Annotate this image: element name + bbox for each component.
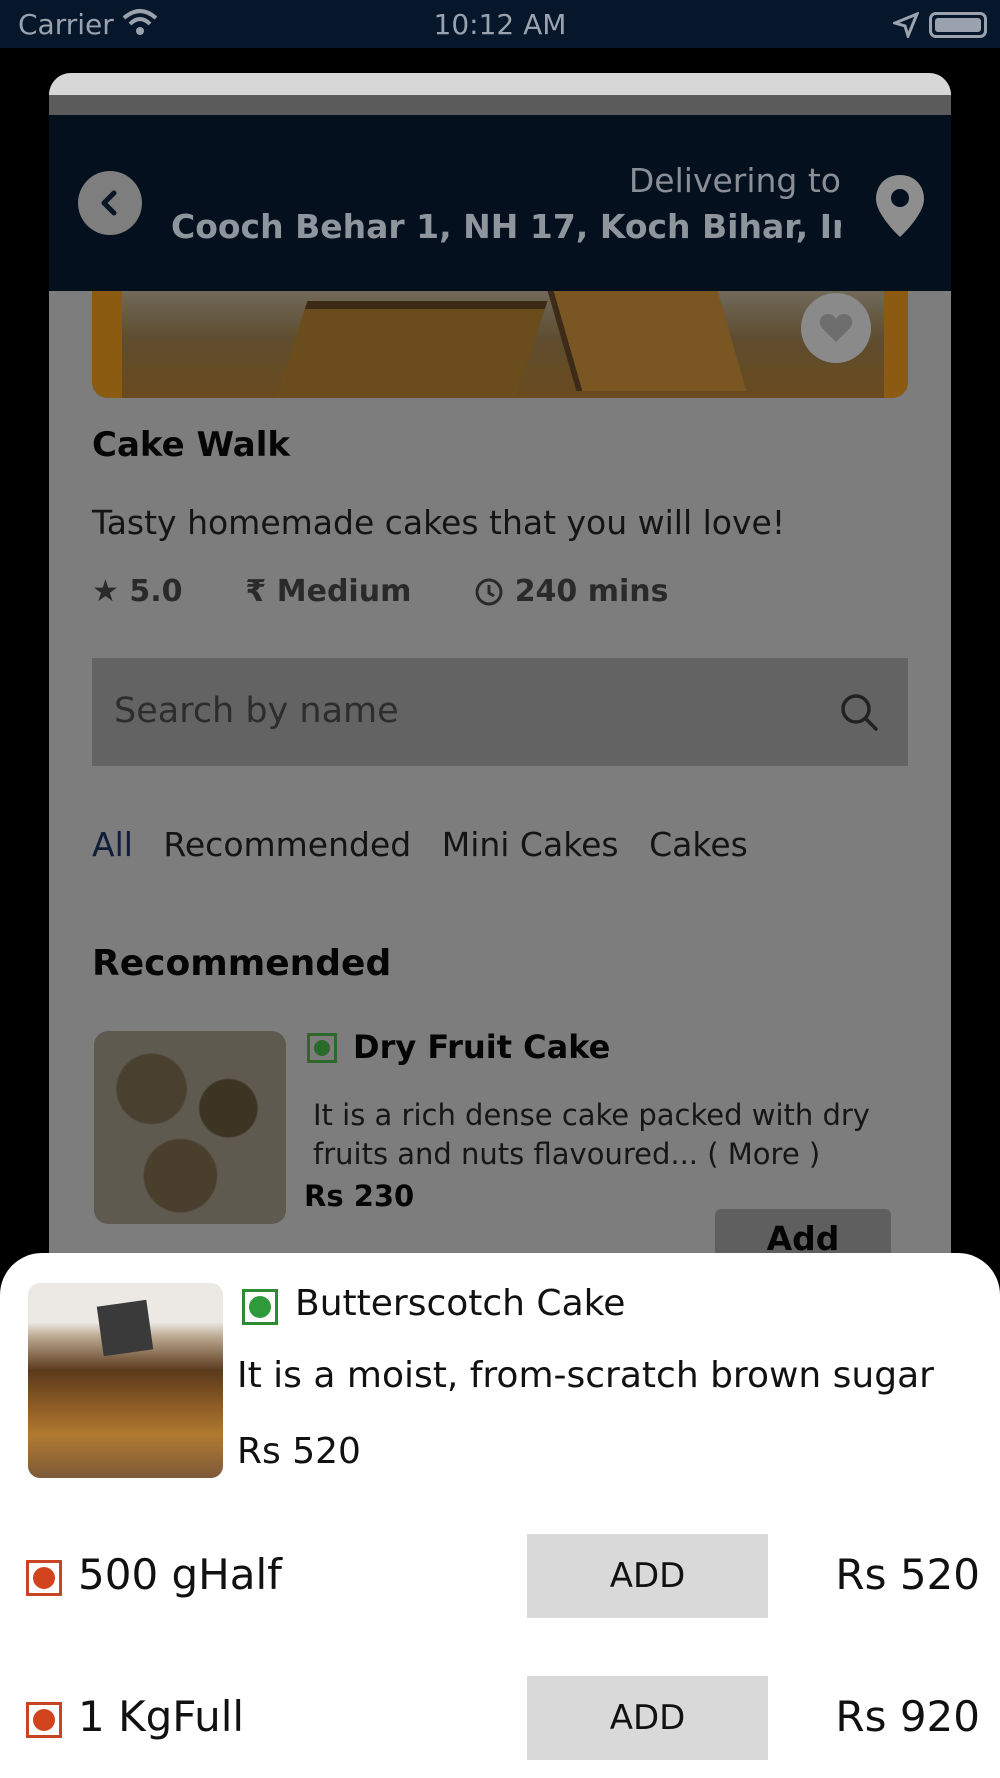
veg-indicator-icon [307, 1033, 337, 1063]
veg-indicator-icon [242, 1289, 278, 1325]
battery-icon [929, 12, 987, 38]
delivery-header: Delivering to Cooch Behar 1, NH 17, Koch… [49, 115, 951, 291]
clock: 10:12 AM [433, 8, 567, 41]
product-image [28, 1283, 223, 1478]
favorite-button[interactable] [801, 293, 871, 363]
rating-value: 5.0 [129, 574, 183, 609]
chevron-left-icon [101, 190, 117, 216]
item-description[interactable]: It is a rich dense cake packed with dry … [313, 1096, 913, 1174]
star-icon: ★ [92, 574, 119, 609]
tab-recommended[interactable]: Recommended [163, 825, 411, 864]
product-price: Rs 520 [237, 1431, 361, 1472]
tab-mini-cakes[interactable]: Mini Cakes [442, 825, 619, 864]
search-bar [92, 658, 908, 766]
delivering-label: Delivering to [628, 161, 841, 200]
variant-name: 500 gHalf [78, 1550, 282, 1599]
rupee-icon: ₹ [245, 574, 267, 609]
tab-cakes[interactable]: Cakes [649, 825, 748, 864]
section-title: Recommended [92, 943, 392, 984]
search-input[interactable] [114, 678, 794, 744]
variant-price: Rs 920 [835, 1692, 980, 1741]
delivery-address[interactable]: Cooch Behar 1, NH 17, Koch Bihar, India [171, 207, 841, 246]
location-arrow-icon [893, 12, 919, 38]
tab-all[interactable]: All [92, 825, 133, 864]
shop-banner-image [92, 291, 908, 398]
price-level: Medium [276, 574, 412, 609]
status-bar: Carrier 10:12 AM [0, 0, 1000, 48]
variant-row: 1 KgFull ADD Rs 920 [0, 1676, 1000, 1762]
variant-name: 1 KgFull [78, 1692, 245, 1741]
clock-icon [475, 578, 503, 605]
delivery-time: 240 mins [514, 574, 669, 609]
search-icon[interactable] [838, 691, 880, 733]
variant-sheet: Butterscotch Cake It is a moist, from-sc… [0, 1253, 1000, 1778]
back-button[interactable] [78, 171, 142, 235]
shop-meta: ★ 5.0 ₹ Medium 240 mins [92, 573, 669, 609]
product-title: Butterscotch Cake [295, 1283, 626, 1324]
divider [49, 95, 951, 115]
nonveg-indicator-icon [26, 1702, 62, 1738]
variant-price: Rs 520 [835, 1550, 980, 1599]
location-pin-icon[interactable] [873, 173, 927, 239]
variant-row: 500 gHalf ADD Rs 520 [0, 1534, 1000, 1620]
category-tabs: All Recommended Mini Cakes Cakes [92, 825, 768, 864]
sheet-grabber[interactable] [49, 73, 951, 95]
item-price: Rs 230 [304, 1179, 415, 1213]
product-description: It is a moist, from-scratch brown sugar [237, 1355, 934, 1396]
shop-description: Tasty homemade cakes that you will love! [92, 503, 786, 542]
heart-icon [819, 314, 853, 342]
add-variant-button[interactable]: ADD [527, 1676, 768, 1760]
nonveg-indicator-icon [26, 1560, 62, 1596]
shop-name: Cake Walk [92, 425, 290, 465]
item-name[interactable]: Dry Fruit Cake [353, 1028, 610, 1066]
item-image[interactable] [94, 1031, 286, 1224]
add-variant-button[interactable]: ADD [527, 1534, 768, 1618]
